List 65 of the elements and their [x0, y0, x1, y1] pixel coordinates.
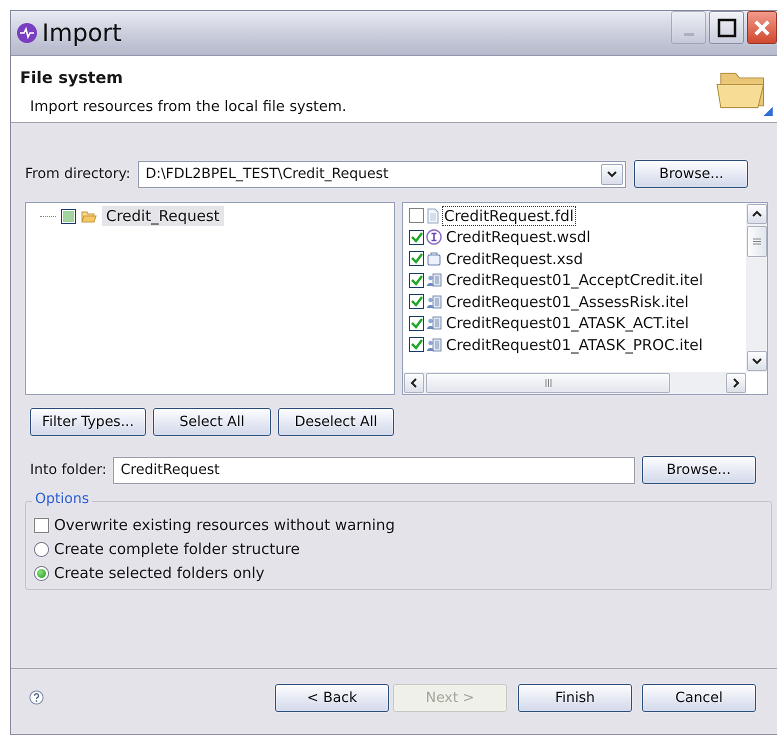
back-button[interactable]: < Back — [275, 684, 389, 712]
checkbox[interactable] — [409, 251, 424, 266]
task-icon — [426, 315, 442, 332]
deselect-all-button[interactable]: Deselect All — [278, 408, 394, 436]
browse-button[interactable]: Browse... — [634, 160, 748, 188]
maximize-button[interactable] — [709, 11, 744, 44]
page-description: Import resources from the local file system. — [30, 99, 346, 115]
radio-button[interactable] — [34, 566, 49, 580]
checkbox[interactable] — [409, 230, 424, 245]
file-item[interactable]: CreditRequest01_ATASK_ACT.itel — [444, 313, 691, 334]
checkbox[interactable] — [409, 208, 424, 224]
field-label: From directory: — [25, 166, 130, 182]
interface-icon — [426, 229, 442, 246]
minimize-icon — [684, 33, 694, 36]
document-icon — [426, 208, 440, 224]
maximize-icon — [716, 18, 736, 38]
scroll-left-button[interactable] — [404, 373, 424, 393]
checkbox[interactable] — [409, 316, 424, 331]
browse-button[interactable]: Browse... — [642, 456, 756, 484]
task-icon — [426, 336, 442, 353]
task-icon — [426, 272, 442, 288]
directory-combo-box[interactable]: D:\FDL2BPEL_TEST\Credit_Request — [138, 160, 626, 188]
checkbox[interactable] — [61, 208, 76, 224]
select-all-button[interactable]: Select All — [153, 408, 271, 436]
chevron-up-icon — [752, 210, 762, 218]
help-icon — [29, 690, 44, 705]
close-button[interactable] — [747, 11, 777, 44]
file-item[interactable]: CreditRequest01_AssessRisk.itel — [444, 292, 691, 312]
scrollbar-thumb[interactable] — [746, 226, 766, 257]
finish-button[interactable]: Finish — [518, 684, 632, 712]
option-label: Create selected folders only — [54, 564, 265, 582]
file-item[interactable]: CreditRequest01_AcceptCredit.itel — [444, 270, 706, 290]
group-title: Options — [32, 491, 92, 507]
chevron-down-icon — [752, 357, 762, 365]
checkbox[interactable] — [409, 272, 424, 288]
file-item[interactable]: CreditRequest.fdl — [442, 206, 576, 226]
file-item[interactable]: CreditRequest.xsd — [444, 248, 586, 269]
folder-input-field[interactable]: CreditRequest — [112, 456, 635, 484]
filter-types-button[interactable]: Filter Types... — [30, 408, 146, 436]
schema-icon — [426, 250, 442, 267]
scroll-up-button[interactable] — [746, 204, 766, 224]
folder-tree[interactable]: Credit_Request — [25, 202, 395, 395]
radio-button[interactable] — [34, 542, 49, 556]
file-item[interactable]: CreditRequest.wsdl — [444, 227, 593, 248]
option-label: Overwrite existing resources without warning — [54, 516, 395, 534]
tree-item[interactable]: Credit_Request — [102, 206, 224, 226]
folder-icon — [81, 210, 97, 222]
scroll-right-button[interactable] — [726, 373, 746, 393]
close-icon — [753, 18, 771, 36]
chevron-right-icon — [732, 378, 740, 388]
task-icon — [426, 294, 442, 310]
scrollbar-thumb[interactable] — [426, 373, 670, 393]
cancel-button[interactable]: Cancel — [642, 684, 756, 712]
checkbox[interactable] — [409, 294, 424, 310]
checkbox[interactable] — [409, 337, 424, 352]
page-title: File system — [20, 68, 124, 87]
field-label: Into folder: — [30, 462, 107, 478]
chevron-left-icon — [410, 378, 418, 388]
option-label: Create complete folder structure — [54, 540, 300, 558]
window-title: Import — [42, 19, 123, 47]
dropdown-icon — [607, 170, 618, 178]
scroll-down-button[interactable] — [746, 351, 766, 371]
file-item[interactable]: CreditRequest01_ATASK_PROC.itel — [444, 334, 705, 355]
checkbox[interactable] — [34, 518, 49, 532]
app-icon — [16, 22, 38, 44]
